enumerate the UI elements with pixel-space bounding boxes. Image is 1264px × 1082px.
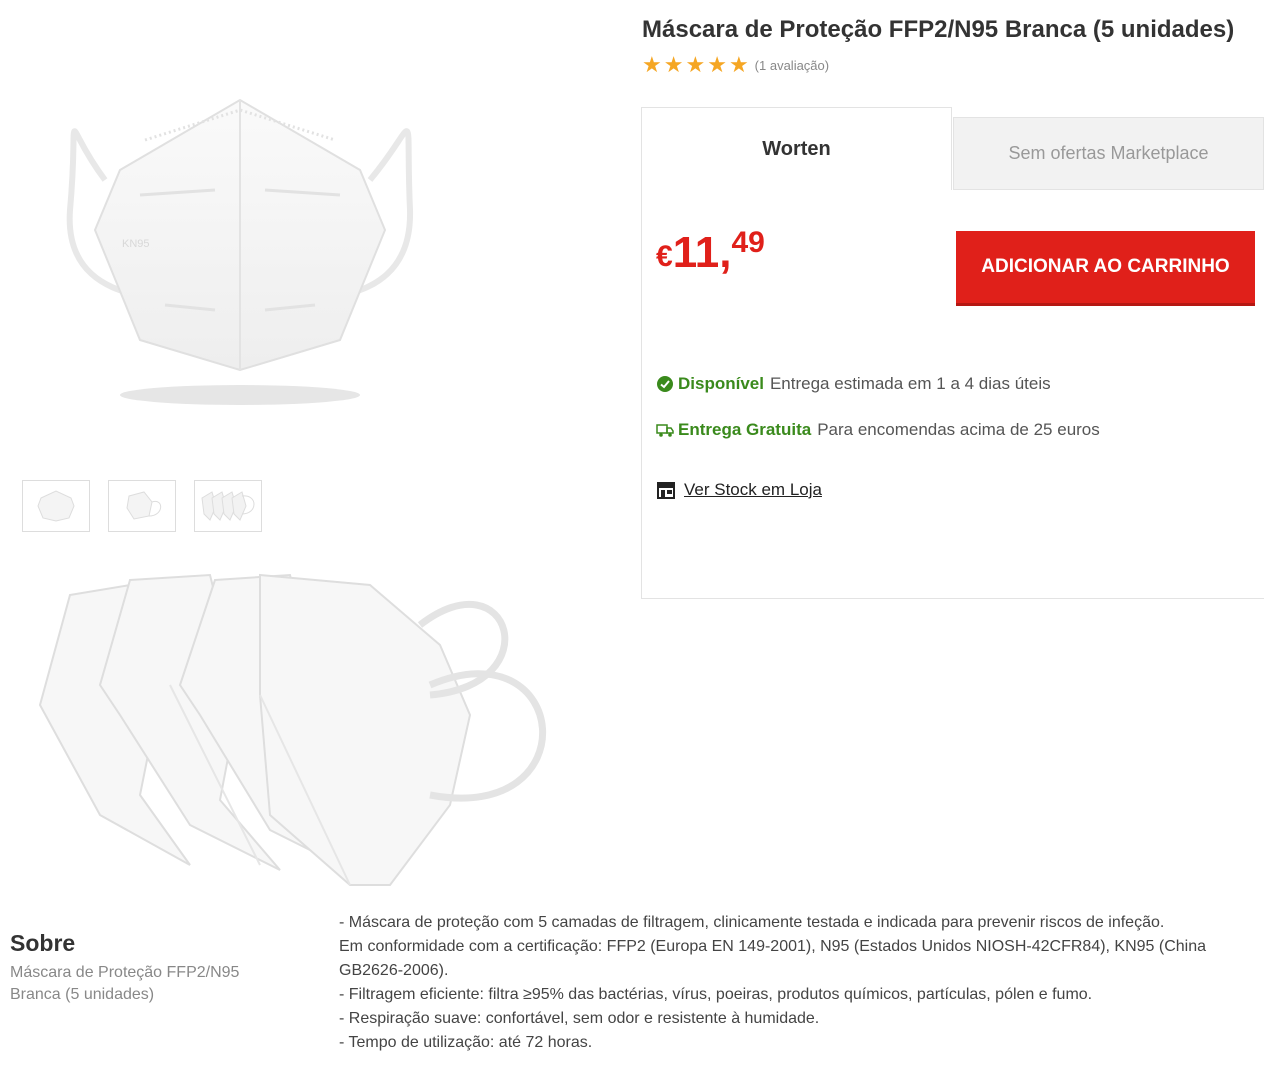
add-to-cart-button[interactable]: ADICIONAR AO CARRINHO xyxy=(956,231,1255,303)
product-stack-image xyxy=(30,565,570,900)
delivery-label: Entrega Gratuita xyxy=(678,420,812,439)
store-icon xyxy=(657,482,675,499)
about-subtitle: Máscara de Proteção FFP2/N95 Branca (5 u… xyxy=(10,964,240,1003)
product-main-image[interactable]: KN95 xyxy=(40,80,440,420)
tab-worten[interactable]: Worten xyxy=(641,107,952,190)
description-line: Em conformidade com a certificação: FFP2… xyxy=(339,938,1207,979)
description-line: - Máscara de proteção com 5 camadas de f… xyxy=(339,914,1165,931)
delivery-row: Entrega Gratuita Para encomendas acima d… xyxy=(656,420,1100,440)
description-line: - Filtragem eficiente: filtra ≥95% das b… xyxy=(339,986,1093,1003)
delivery-text: Para encomendas acima de 25 euros xyxy=(817,420,1100,439)
thumbnail-stack[interactable] xyxy=(194,480,262,532)
star-icon: ★ xyxy=(685,52,706,77)
view-store-stock-link[interactable]: Ver Stock em Loja xyxy=(684,480,822,500)
star-icon: ★ xyxy=(642,52,662,77)
description-line: - Tempo de utilização: até 72 horas. xyxy=(339,1034,593,1051)
star-icon: ★ xyxy=(663,52,684,77)
about-heading: Sobre xyxy=(10,930,76,956)
thumbnail-strip xyxy=(22,480,262,532)
thumbnail-side[interactable] xyxy=(108,480,176,532)
price-currency: € xyxy=(656,240,673,273)
price: € 11, 49 xyxy=(656,222,765,278)
star-icon: ★ xyxy=(707,52,727,77)
price-integer: 11, xyxy=(672,228,732,277)
star-icon: ★ xyxy=(728,52,749,77)
product-description: - Máscara de proteção com 5 camadas de f… xyxy=(339,911,1264,1055)
availability-row: Disponível Entrega estimada em 1 a 4 dia… xyxy=(656,374,1051,394)
kn95-mark: KN95 xyxy=(122,238,150,250)
rating-count[interactable]: (1 avaliação) xyxy=(755,58,829,73)
description-line: - Respiração suave: confortável, sem odo… xyxy=(339,1010,820,1027)
store-stock-row: Ver Stock em Loja xyxy=(656,480,822,500)
product-title: Máscara de Proteção FFP2/N95 Branca (5 u… xyxy=(642,16,1235,43)
availability-label: Disponível xyxy=(678,374,764,393)
price-decimal: 49 xyxy=(731,226,765,259)
truck-icon xyxy=(656,424,674,437)
check-circle-icon xyxy=(657,376,673,392)
tab-marketplace[interactable]: Sem ofertas Marketplace xyxy=(953,117,1264,190)
availability-text: Entrega estimada em 1 a 4 dias úteis xyxy=(769,374,1051,393)
product-rating[interactable]: ★ ★ ★ ★ ★ (1 avaliação) xyxy=(642,54,829,76)
thumbnail-front[interactable] xyxy=(22,480,90,532)
